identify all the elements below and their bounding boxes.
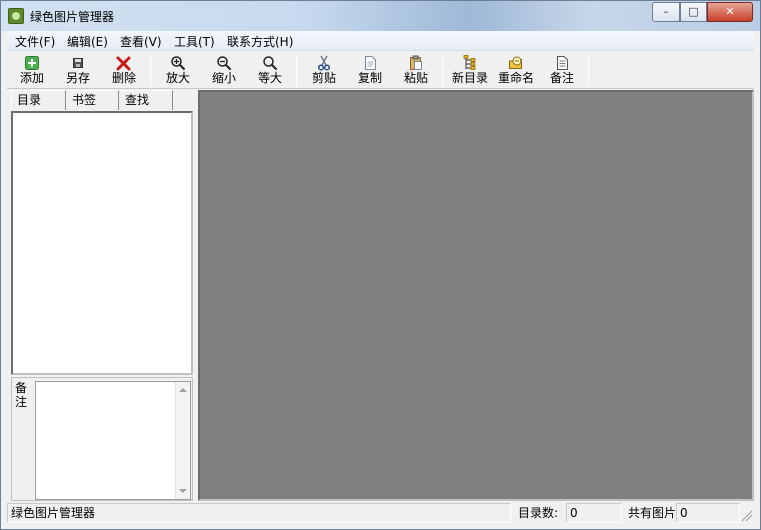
cut-label: 剪贴	[311, 71, 336, 85]
image-viewer[interactable]	[198, 90, 754, 501]
scroll-up-icon[interactable]	[179, 388, 187, 392]
save-icon	[70, 55, 86, 71]
menu-bar: 文件(F) 编辑(E) 查看(V) 工具(T) 联系方式(H)	[7, 31, 754, 51]
app-window: 绿色图片管理器 – □ ✕ 文件(F) 编辑(E) 查看(V) 工具(T) 联系…	[0, 0, 761, 530]
actual-size-label: 等大	[257, 71, 282, 85]
toolbar-separator	[296, 55, 297, 87]
total-images-value: 0	[676, 503, 740, 523]
total-images-label: 共有图片	[628, 506, 677, 520]
left-panel-tabs: 目录 书签 查找	[11, 90, 193, 110]
new-folder-button[interactable]: 新目录	[447, 54, 493, 88]
maximize-button[interactable]: □	[680, 2, 707, 22]
title-bar[interactable]: 绿色图片管理器 – □ ✕	[1, 1, 760, 31]
delete-icon	[116, 55, 132, 71]
rename-label: 重命名	[497, 71, 534, 85]
note-textarea[interactable]	[35, 381, 191, 500]
menu-edit[interactable]: 编辑(E)	[67, 33, 108, 50]
add-button[interactable]: 添加	[9, 54, 55, 88]
add-icon	[24, 55, 40, 71]
status-bar: 绿色图片管理器 目录数: 0 共有图片 0	[7, 502, 754, 523]
delete-label: 删除	[111, 71, 136, 85]
paste-label: 粘贴	[403, 71, 428, 85]
tab-directory[interactable]: 目录	[11, 90, 66, 110]
copy-label: 复制	[357, 71, 382, 85]
window-title: 绿色图片管理器	[30, 10, 115, 24]
actual-size-icon	[262, 55, 278, 71]
add-label: 添加	[19, 71, 44, 85]
zoom-in-label: 放大	[165, 71, 190, 85]
copy-button[interactable]: 复制	[347, 54, 393, 88]
dir-count-label: 目录数:	[518, 506, 559, 520]
toolbar-separator	[442, 55, 443, 87]
note-button[interactable]: 备注	[539, 54, 585, 88]
paste-icon	[408, 55, 424, 71]
scroll-down-icon[interactable]	[179, 489, 187, 493]
tab-search[interactable]: 查找	[120, 90, 173, 110]
save-as-button[interactable]: 另存	[55, 54, 101, 88]
note-panel: 备注	[11, 377, 193, 501]
zoom-in-icon	[170, 55, 186, 71]
status-app-name: 绿色图片管理器	[7, 503, 511, 523]
menu-tools[interactable]: 工具(T)	[174, 33, 215, 50]
toolbar-separator	[588, 55, 589, 87]
actual-size-button[interactable]: 等大	[247, 54, 293, 88]
menu-contact[interactable]: 联系方式(H)	[227, 33, 293, 50]
app-logo-icon	[8, 8, 24, 24]
minimize-button[interactable]: –	[652, 2, 680, 22]
close-button[interactable]: ✕	[707, 2, 753, 22]
copy-icon	[362, 55, 378, 71]
dir-count-value: 0	[566, 503, 622, 523]
zoom-out-label: 缩小	[211, 71, 236, 85]
cut-icon	[316, 55, 332, 71]
paste-button[interactable]: 粘贴	[393, 54, 439, 88]
menu-file[interactable]: 文件(F)	[15, 33, 55, 50]
note-label: 备注	[549, 71, 574, 85]
zoom-in-button[interactable]: 放大	[155, 54, 201, 88]
directory-tree[interactable]	[11, 111, 193, 375]
note-icon	[554, 55, 570, 71]
new-folder-icon	[462, 55, 478, 71]
new-folder-label: 新目录	[451, 71, 488, 85]
rename-icon	[508, 55, 524, 71]
rename-button[interactable]: 重命名	[493, 54, 539, 88]
delete-button[interactable]: 删除	[101, 54, 147, 88]
toolbar-separator	[150, 55, 151, 87]
zoom-out-icon	[216, 55, 232, 71]
menu-view[interactable]: 查看(V)	[120, 33, 162, 50]
tab-bookmarks[interactable]: 书签	[67, 90, 119, 110]
cut-button[interactable]: 剪贴	[301, 54, 347, 88]
toolbar: 添加 另存 删除 放大 缩小 等大 剪贴 复制 粘贴 新目录 重命名 备注	[7, 52, 754, 89]
zoom-out-button[interactable]: 缩小	[201, 54, 247, 88]
note-scrollbar[interactable]	[175, 382, 190, 499]
note-panel-label: 备注	[14, 381, 27, 409]
save-as-label: 另存	[65, 71, 90, 85]
resize-grip-icon[interactable]	[740, 509, 752, 521]
